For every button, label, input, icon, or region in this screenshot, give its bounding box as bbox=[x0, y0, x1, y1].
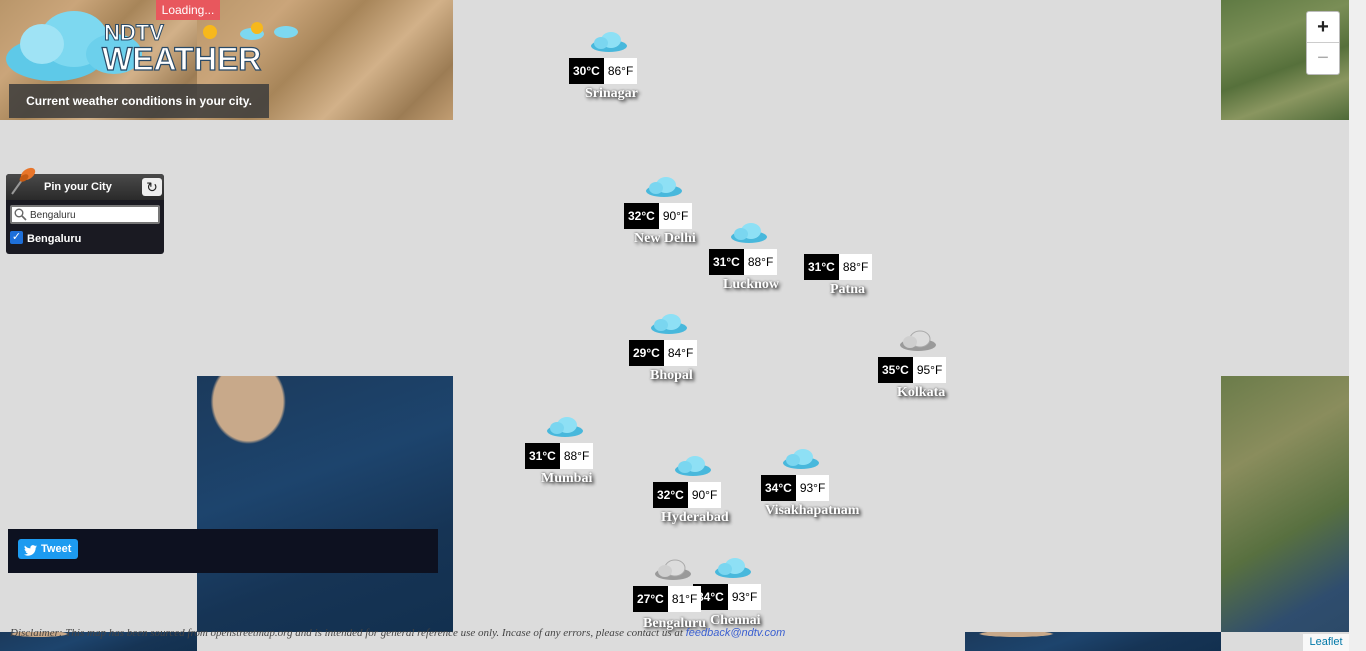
zoom-out-button[interactable]: − bbox=[1307, 43, 1339, 73]
disclaimer: Disclaimer: This map has been sourced fr… bbox=[10, 627, 785, 639]
grey-cloud-icon bbox=[653, 558, 693, 587]
city-marker-new-delhi[interactable]: 32°C 90°F New Delhi bbox=[624, 175, 714, 255]
temp-celsius: 31°C bbox=[804, 254, 839, 280]
temp-fahrenheit: 86°F bbox=[603, 58, 638, 84]
city-marker-bengaluru[interactable]: 27°C 81°F Bengaluru bbox=[633, 558, 723, 638]
temp-fahrenheit: 88°F bbox=[838, 254, 873, 280]
loading-badge: Loading... bbox=[156, 0, 220, 20]
vertical-scrollbar[interactable] bbox=[1349, 0, 1366, 651]
logo-weather: WEATHER bbox=[102, 41, 261, 77]
tagline: Current weather conditions in your city. bbox=[9, 84, 269, 118]
temp-celsius: 34°C bbox=[761, 475, 796, 501]
cloud-icon bbox=[644, 175, 684, 204]
temp-fahrenheit: 90°F bbox=[658, 203, 693, 229]
temp-celsius: 31°C bbox=[709, 249, 744, 275]
pushpin-icon bbox=[0, 162, 40, 207]
temp-celsius: 35°C bbox=[878, 357, 913, 383]
zoom-in-button[interactable]: + bbox=[1307, 12, 1339, 43]
city-marker-patna[interactable]: 31°C 88°F Patna bbox=[804, 226, 894, 306]
city-name: Bhopal bbox=[650, 368, 693, 383]
map-tile[interactable] bbox=[197, 376, 453, 632]
city-name: New Delhi bbox=[634, 231, 696, 246]
leaflet-attribution-link[interactable]: Leaflet bbox=[1303, 634, 1349, 651]
temp-fahrenheit: 93°F bbox=[727, 584, 762, 610]
temp-fahrenheit: 88°F bbox=[743, 249, 778, 275]
city-name: Lucknow bbox=[723, 277, 780, 292]
city-marker-mumbai[interactable]: 31°C 88°F Mumbai bbox=[525, 415, 615, 495]
city-marker-bhopal[interactable]: 29°C 84°F Bhopal bbox=[629, 312, 719, 392]
city-name: Kolkata bbox=[897, 385, 946, 400]
city-name: Mumbai bbox=[541, 471, 593, 486]
temp-celsius: 27°C bbox=[633, 586, 668, 612]
pin-panel-title: Pin your City bbox=[44, 181, 112, 193]
twitter-bird-icon bbox=[24, 543, 37, 563]
cloud-icon bbox=[673, 454, 713, 483]
temp-fahrenheit: 88°F bbox=[559, 443, 594, 469]
grey-cloud-icon bbox=[898, 329, 938, 358]
cloud-icon bbox=[781, 447, 821, 476]
city-marker-lucknow[interactable]: 31°C 88°F Lucknow bbox=[709, 221, 799, 301]
temp-fahrenheit: 93°F bbox=[795, 475, 830, 501]
city-checkbox[interactable]: ✓ bbox=[10, 231, 23, 244]
city-marker-visakhapatnam[interactable]: 34°C 93°F Visakhapatnam bbox=[761, 447, 859, 527]
city-name: Hyderabad bbox=[661, 510, 729, 525]
disclaimer-text: Disclaimer: This map has been sourced fr… bbox=[10, 627, 686, 639]
city-marker-srinagar[interactable]: 30°C 86°F Srinagar bbox=[569, 30, 659, 110]
temp-celsius: 29°C bbox=[629, 340, 664, 366]
feedback-email-link[interactable]: feedback@ndtv.com bbox=[686, 627, 786, 639]
city-marker-kolkata[interactable]: 35°C 95°F Kolkata bbox=[878, 329, 968, 409]
tweet-bar: Tweet bbox=[8, 529, 438, 573]
temp-celsius: 32°C bbox=[624, 203, 659, 229]
temp-fahrenheit: 84°F bbox=[663, 340, 698, 366]
city-checkbox-label: Bengaluru bbox=[27, 233, 82, 245]
temp-fahrenheit: 90°F bbox=[687, 482, 722, 508]
cloud-icon bbox=[589, 30, 629, 59]
city-search-box[interactable] bbox=[10, 205, 160, 224]
temp-fahrenheit: 95°F bbox=[912, 357, 947, 383]
map-tile[interactable] bbox=[965, 632, 1221, 651]
pin-panel-header: Pin your City ↻ bbox=[6, 167, 164, 200]
temp-celsius: 32°C bbox=[653, 482, 688, 508]
sun-icon bbox=[203, 25, 217, 39]
city-name: Visakhapatnam bbox=[765, 503, 860, 518]
zoom-control: + − bbox=[1306, 11, 1340, 75]
tweet-label: Tweet bbox=[41, 543, 72, 555]
temp-celsius: 31°C bbox=[525, 443, 560, 469]
tweet-button[interactable]: Tweet bbox=[18, 539, 78, 559]
city-name: Srinagar bbox=[585, 86, 638, 101]
temp-fahrenheit: 81°F bbox=[667, 586, 702, 612]
pin-city-panel: Pin your City ↻ ✓ Bengaluru bbox=[6, 167, 164, 254]
refresh-button[interactable]: ↻ bbox=[142, 178, 162, 196]
ndtv-weather-logo: NDTV WEATHER bbox=[4, 4, 304, 84]
city-name: Patna bbox=[830, 282, 865, 297]
map-tile[interactable] bbox=[1221, 376, 1349, 632]
city-marker-hyderabad[interactable]: 32°C 90°F Hyderabad bbox=[653, 454, 743, 534]
cloud-icon bbox=[545, 415, 585, 444]
cloud-icon bbox=[649, 312, 689, 341]
city-search-input[interactable] bbox=[30, 208, 156, 222]
temp-celsius: 30°C bbox=[569, 58, 604, 84]
search-icon bbox=[14, 208, 27, 226]
cloud-icon bbox=[729, 221, 769, 250]
